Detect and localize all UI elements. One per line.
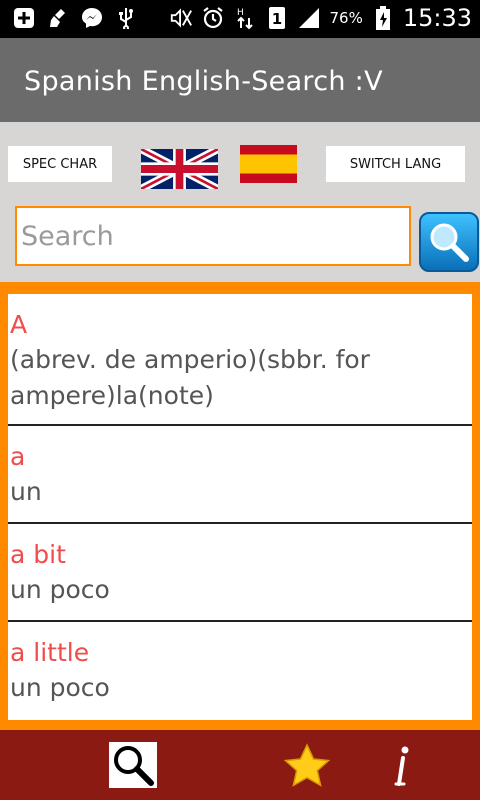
battery-percent: 76% xyxy=(329,9,363,27)
language-row: SPEC CHAR SWITCH LANG xyxy=(0,126,480,202)
result-term: a little xyxy=(10,638,90,667)
data-arrows-icon: H xyxy=(233,6,257,30)
search-button[interactable] xyxy=(419,212,479,272)
magnifier-icon xyxy=(430,223,469,262)
plus-box-icon xyxy=(12,6,36,30)
usb-icon xyxy=(114,6,138,30)
result-item[interactable]: a little un poco xyxy=(8,622,472,720)
clock: 15:33 xyxy=(402,4,472,32)
bottom-bar xyxy=(0,730,480,800)
result-translation: un xyxy=(10,477,42,506)
spain-flag-icon[interactable] xyxy=(240,145,297,183)
app-title: Spanish English-Search :V xyxy=(24,66,383,97)
uk-flag-icon[interactable] xyxy=(141,149,218,189)
bottom-search-button[interactable] xyxy=(109,742,157,788)
results-list[interactable]: A (abrev. de amperio)(sbbr. for ampere)l… xyxy=(8,294,472,720)
result-translation: (abrev. de amperio)(sbbr. for ampere)la(… xyxy=(10,345,370,410)
app-bar: Spanish English-Search :V xyxy=(0,38,480,122)
result-translation: un poco xyxy=(10,673,110,702)
result-term: a xyxy=(10,442,26,471)
spec-char-button[interactable]: SPEC CHAR xyxy=(8,146,112,182)
search-input[interactable] xyxy=(17,208,409,264)
favorites-button[interactable] xyxy=(283,742,331,790)
result-item[interactable]: a un xyxy=(8,426,472,524)
results-frame: A (abrev. de amperio)(sbbr. for ampere)l… xyxy=(0,282,480,730)
sim-label: 1 xyxy=(272,10,282,28)
search-box xyxy=(15,206,411,266)
info-button[interactable] xyxy=(385,744,419,788)
mute-icon xyxy=(169,6,193,30)
alarm-icon xyxy=(201,6,225,30)
switch-lang-button[interactable]: SWITCH LANG xyxy=(326,146,465,182)
star-icon xyxy=(283,743,331,787)
result-item[interactable]: A (abrev. de amperio)(sbbr. for ampere)l… xyxy=(8,294,472,426)
broom-icon xyxy=(46,6,70,30)
result-translation: un poco xyxy=(10,575,110,604)
battery-icon xyxy=(371,6,395,30)
status-bar: H 1 76% 15:33 xyxy=(0,0,480,38)
result-term: a bit xyxy=(10,540,66,569)
info-icon xyxy=(394,746,409,786)
signal-icon xyxy=(297,6,321,30)
messenger-icon xyxy=(80,6,104,30)
sim-icon: 1 xyxy=(265,6,289,30)
result-item[interactable]: a bit un poco xyxy=(8,524,472,622)
result-term: A xyxy=(10,310,28,339)
svg-text:H: H xyxy=(237,8,244,18)
search-icon xyxy=(114,746,154,786)
